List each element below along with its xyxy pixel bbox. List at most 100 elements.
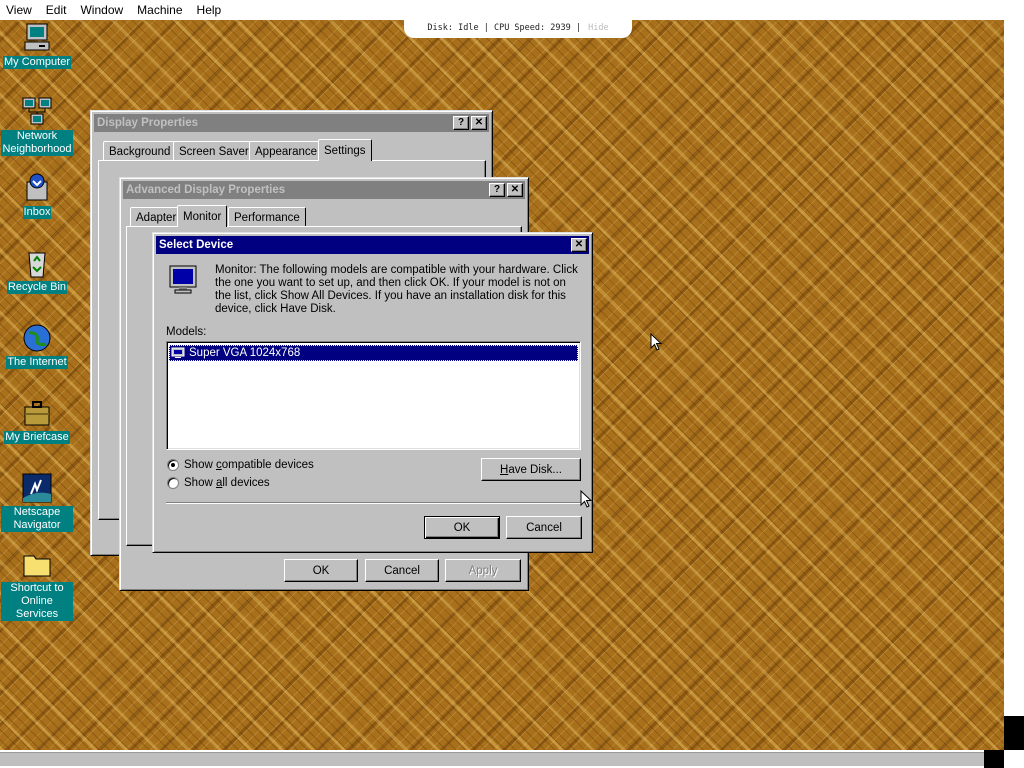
model-name: Super VGA 1024x768 (189, 347, 301, 359)
button-label: OK (312, 564, 330, 577)
monitor-small-icon (171, 347, 185, 358)
tab-background[interactable]: Background (103, 141, 177, 161)
tab-adapter[interactable]: Adapter (130, 207, 183, 227)
close-button[interactable]: ✕ (471, 116, 487, 130)
desktop-icon-my-computer[interactable]: My Computer (1, 22, 73, 69)
help-button[interactable]: ? (489, 183, 505, 197)
list-item[interactable]: Super VGA 1024x768 (169, 345, 578, 361)
tab-label: Settings (324, 144, 366, 157)
desktop-icon-inbox[interactable]: Inbox (1, 172, 73, 219)
select-device-dialog[interactable]: Select Device ✕ Monitor: The following m… (152, 232, 593, 553)
menu-edit[interactable]: Edit (46, 3, 74, 17)
tab-monitor[interactable]: Monitor (177, 205, 228, 227)
emulator-corner-bottom (984, 750, 1004, 768)
cpu-label: CPU Speed: (493, 23, 546, 33)
cancel-button[interactable]: Cancel (506, 516, 582, 539)
window-title: Display Properties (97, 117, 198, 129)
tab-label: Performance (234, 211, 300, 224)
desktop-icon-network-neighborhood[interactable]: Network Neighborhood (1, 96, 73, 156)
radio-dot (171, 463, 175, 467)
show-compatible-radio[interactable]: Show compatible devices (167, 459, 314, 471)
desktop-icon-netscape-navigator[interactable]: Netscape Navigator (1, 472, 73, 532)
apply-button: Apply (445, 559, 521, 582)
have-disk-button[interactable]: Have Disk... (481, 458, 581, 481)
desktop-icon-label: My Computer (2, 56, 72, 69)
radio-label-prefix: Show (184, 477, 216, 489)
dialog-description: Monitor: The following models are compat… (215, 264, 578, 315)
emulator-status-bar: Disk: Idle | CPU Speed: 2939 | Hide (404, 18, 632, 38)
desktop-icon-label: Network Neighborhood (1, 130, 73, 156)
show-all-radio[interactable]: Show all devices (167, 477, 270, 489)
desktop-icon-online-services[interactable]: Shortcut to Online Services (1, 548, 73, 621)
disk-label: Disk: (427, 23, 453, 33)
emulator-right-margin (1004, 20, 1024, 750)
tab-appearance[interactable]: Appearance (249, 141, 324, 161)
close-button[interactable]: ✕ (571, 238, 587, 252)
hide-status-button[interactable]: Hide (588, 23, 608, 33)
desktop-icon-label: Netscape Navigator (1, 506, 73, 532)
my-computer-icon (24, 23, 50, 51)
desktop-icon-label: Shortcut to Online Services (1, 582, 73, 621)
menu-machine[interactable]: Machine (137, 3, 189, 17)
button-label: Apply (468, 564, 498, 577)
radio-label: Show all devices (184, 477, 270, 489)
radio-button[interactable] (167, 459, 179, 471)
window-title: Advanced Display Properties (126, 184, 286, 196)
desktop-icon-label: Inbox (22, 206, 52, 219)
help-button[interactable]: ? (453, 116, 469, 130)
menu-view[interactable]: View (6, 3, 39, 17)
network-icon (22, 97, 52, 125)
radio-label-rest: ompatible devices (221, 459, 314, 471)
dialog-title: Select Device (159, 239, 234, 251)
button-label-rest: ave Disk... (508, 463, 562, 476)
horizontal-scrollbar[interactable] (0, 752, 984, 766)
tab-performance[interactable]: Performance (228, 207, 306, 227)
recycle-bin-icon (28, 252, 46, 278)
button-label: OK (453, 521, 471, 534)
menu-window[interactable]: Window (80, 3, 130, 17)
emulator-corner (1004, 716, 1024, 750)
radio-label-rest: ll devices (222, 477, 270, 489)
tab-label: Monitor (183, 210, 222, 223)
tab-settings[interactable]: Settings (318, 139, 372, 161)
tab-label: Screen Saver (179, 145, 249, 158)
ok-button[interactable]: OK (284, 559, 358, 582)
inbox-icon (26, 173, 48, 201)
display-properties-titlebar[interactable]: Display Properties ? ✕ (94, 114, 489, 132)
tab-screen-saver[interactable]: Screen Saver (173, 141, 255, 161)
netscape-icon (22, 473, 52, 503)
tab-label: Background (109, 145, 171, 158)
emulator-menubar: View Edit Window Machine Help (0, 0, 1024, 20)
models-listbox[interactable]: Super VGA 1024x768 (166, 341, 581, 450)
folder-icon (23, 555, 51, 577)
radio-button[interactable] (167, 477, 179, 489)
button-label: Cancel (384, 564, 420, 577)
tab-label: Appearance (255, 145, 318, 158)
desktop-icon-label: The Internet (6, 356, 68, 369)
monitor-icon (169, 265, 197, 294)
internet-icon (23, 324, 51, 352)
separator (166, 502, 581, 504)
desktop-icon-my-briefcase[interactable]: My Briefcase (1, 397, 73, 444)
ok-button[interactable]: OK (424, 516, 500, 539)
select-device-titlebar[interactable]: Select Device ✕ (156, 236, 589, 254)
button-label: Have Disk... (500, 464, 562, 476)
desktop-icon-recycle-bin[interactable]: Recycle Bin (1, 247, 73, 294)
desktop-icon-label: My Briefcase (4, 431, 70, 444)
radio-label-prefix: Show (184, 459, 216, 471)
radio-label: Show compatible devices (184, 459, 314, 471)
advanced-display-titlebar[interactable]: Advanced Display Properties ? ✕ (123, 181, 525, 199)
close-button[interactable]: ✕ (507, 183, 523, 197)
briefcase-icon (24, 401, 50, 426)
menu-help[interactable]: Help (197, 3, 229, 17)
disk-status: Idle (458, 23, 479, 33)
models-label: Models: (166, 326, 207, 338)
mouse-cursor-icon (580, 490, 593, 508)
button-label: Cancel (526, 521, 562, 534)
desktop-icon-the-internet[interactable]: The Internet (1, 322, 73, 369)
desktop-icon-label: Recycle Bin (6, 281, 68, 294)
cancel-button[interactable]: Cancel (365, 559, 439, 582)
mouse-cursor-icon (650, 333, 663, 351)
tab-label: Adapter (136, 211, 177, 224)
cpu-speed: 2939 (550, 23, 571, 33)
